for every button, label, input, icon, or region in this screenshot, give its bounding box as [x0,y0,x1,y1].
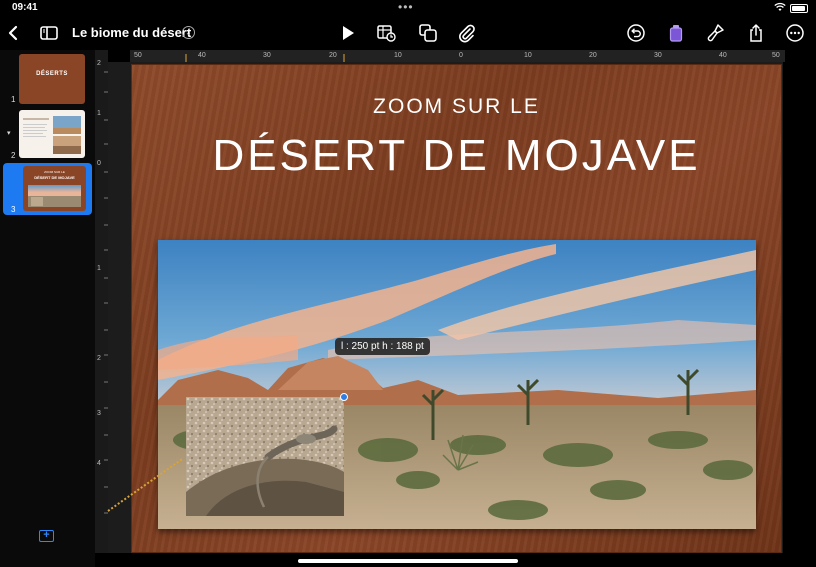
slide-navigator: 1 DÉSERTS ▾ 2 3 ZOOM SUR LE DÉSERT DE MO… [0,50,95,567]
ruler-label: 10 [524,52,532,59]
ruler-label: 1 [97,265,101,272]
format-icon[interactable] [665,22,687,44]
disclosure-triangle-icon[interactable]: ▾ [7,129,11,137]
resize-handle[interactable] [340,393,348,401]
paperclip-icon[interactable] [456,22,478,44]
status-bar: 09:41 ••• [0,0,816,16]
size-tooltip: l : 250 pt h : 188 pt [335,338,430,355]
more-icon[interactable] [784,22,806,44]
slide-number: 3 [11,205,16,214]
ruler-label: 50 [134,52,142,59]
play-icon[interactable] [337,22,359,44]
wifi-icon [774,2,786,15]
horizontal-ruler: 50 40 30 20 10 0 10 20 30 40 50 [130,50,785,62]
vertical-ruler: 2 1 0 1 2 3 4 [95,50,108,553]
ruler-label: 0 [97,160,101,167]
ruler-label: 20 [589,52,597,59]
ruler-label: 20 [329,52,337,59]
table-chart-icon[interactable] [375,22,397,44]
paintbrush-icon[interactable] [705,22,727,44]
document-menu-chevron-icon[interactable]: ⌄ [182,26,195,39]
lizard-image[interactable] [186,397,344,516]
ruler-label: 50 [772,52,780,59]
slide-preview-title: DÉSERT DE MOJAVE [34,175,75,180]
slide-preview-subtitle: ZOOM SUR LE [44,170,65,174]
slide-subtitle[interactable]: ZOOM SUR LE [132,95,781,119]
ruler-label: 4 [97,460,101,467]
ruler-label: 3 [97,410,101,417]
add-slide-button[interactable]: + [39,530,54,542]
ruler-label: 2 [97,355,101,362]
ruler-label: 10 [394,52,402,59]
ruler-label: 2 [97,60,101,67]
slide-preview: ZOOM SUR LE DÉSERT DE MOJAVE [23,166,86,211]
ruler-label: 1 [97,110,101,117]
share-icon[interactable] [745,22,767,44]
slide-preview-title: DÉSERTS [36,71,68,77]
slide-preview: DÉSERTS [19,54,85,104]
battery-icon [790,4,808,13]
home-indicator[interactable] [298,559,518,563]
shapes-icon[interactable] [417,22,439,44]
clock: 09:41 [12,2,38,13]
ruler-label: 40 [198,52,206,59]
toolbar: Le biome du désert ⌄ [0,16,816,50]
document-title[interactable]: Le biome du désert [72,25,191,40]
ruler-label: 30 [654,52,662,59]
ruler-label: 40 [719,52,727,59]
ruler-label: 0 [459,52,463,59]
slide-number: 2 [11,151,16,160]
slide-title[interactable]: DÉSERT DE MOJAVE [132,131,781,181]
ruler-label: 30 [263,52,271,59]
slide-preview [19,110,85,158]
slide-number: 1 [11,95,16,104]
sidebar-toggle-icon[interactable] [38,22,60,44]
multitasking-dots-icon[interactable]: ••• [398,0,414,14]
undo-icon[interactable] [625,22,647,44]
back-chevron-icon[interactable] [2,22,24,44]
